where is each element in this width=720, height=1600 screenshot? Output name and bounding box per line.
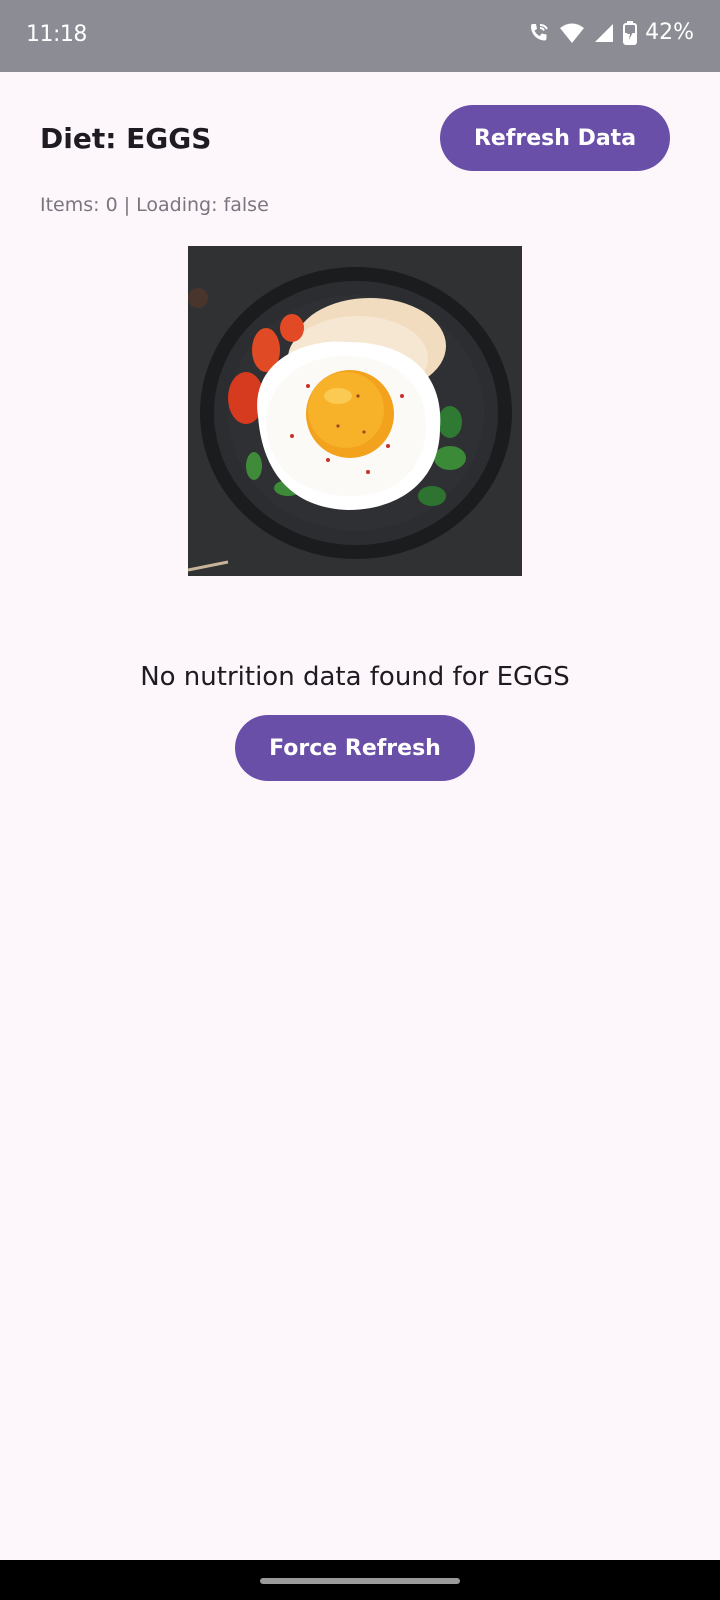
status-meta-text: Items: 0 | Loading: false [40,194,269,216]
empty-state-message: No nutrition data found for EGGS [140,662,570,692]
status-time: 11:18 [26,22,87,47]
battery-charging-icon [623,20,638,45]
call-wifi-icon [527,21,551,45]
status-icons: 42% [527,20,694,45]
status-bar: 11:18 42% [0,0,720,72]
wifi-icon [559,22,585,44]
signal-icon [593,22,615,44]
force-refresh-button[interactable]: Force Refresh [235,715,475,781]
fried-egg-image [188,246,522,576]
app-screen: Diet: EGGS Refresh Data Items: 0 | Loadi… [0,72,720,1560]
battery-percent: 42% [645,20,694,45]
home-handle[interactable] [260,1578,460,1584]
page-title: Diet: EGGS [40,122,212,155]
navigation-bar [0,1560,720,1600]
refresh-data-button[interactable]: Refresh Data [440,105,670,171]
